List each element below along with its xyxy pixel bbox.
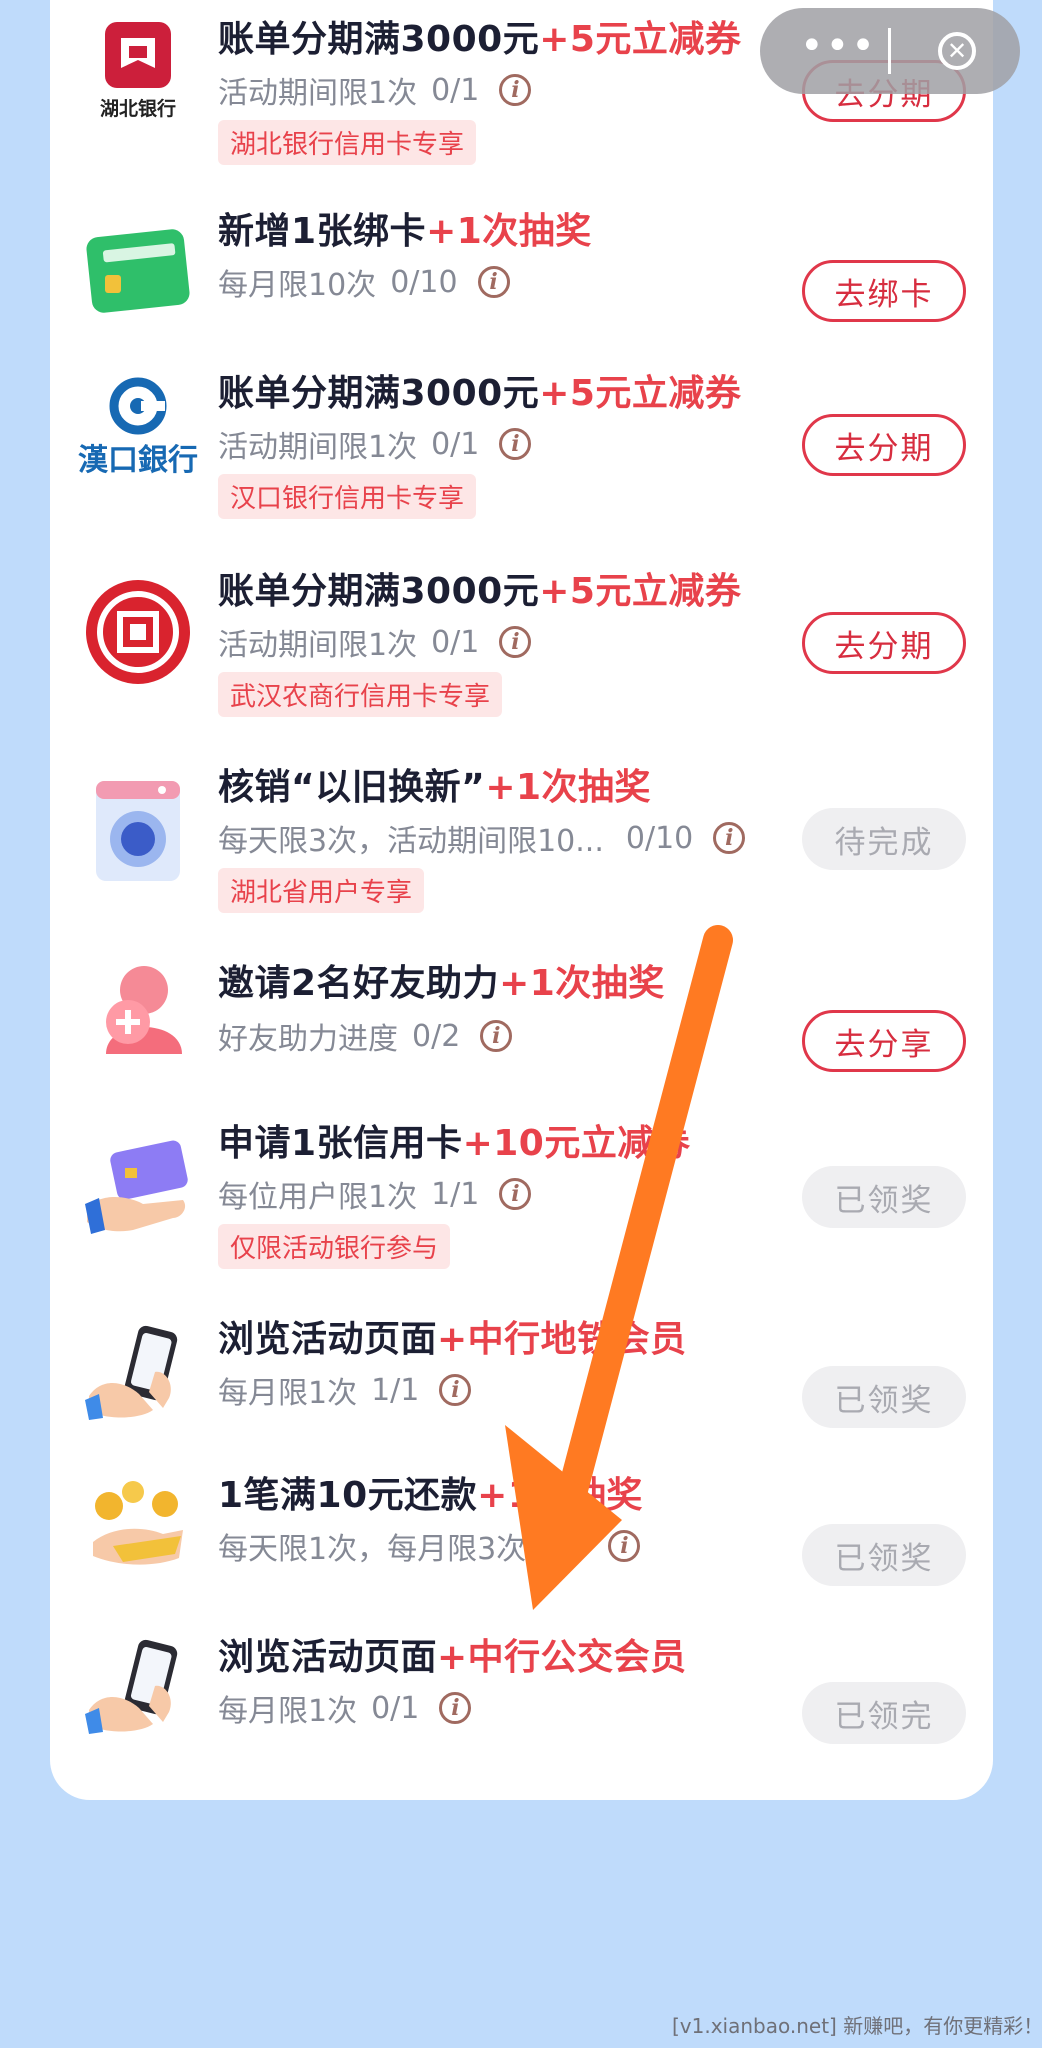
reward-claimed-button[interactable]: 已领奖: [802, 1524, 966, 1586]
go-bind-card-button[interactable]: 去绑卡: [802, 260, 966, 322]
go-installment-button[interactable]: 去分期: [802, 414, 966, 476]
info-icon[interactable]: i: [499, 74, 532, 106]
task-title: 申请1张信用卡+10元立减券: [218, 1123, 691, 1164]
watermark-footer: [v1.xianbao.net] 新赚吧，有你更精彩！: [672, 2014, 1042, 2038]
wuhan-rural-bank-logo-icon: [78, 572, 198, 692]
info-icon[interactable]: i: [499, 428, 532, 460]
reward-claimed-button[interactable]: 已领奖: [802, 1166, 966, 1228]
info-icon[interactable]: i: [439, 1692, 472, 1724]
task-limit: 每位用户限1次 1/1 i: [218, 1172, 532, 1216]
task-title: 浏览活动页面+中行公交会员: [218, 1637, 687, 1678]
task-title: 邀请2名好友助力+1次抽奖: [218, 963, 665, 1004]
task-title: 账单分期满3000元+5元立减券: [218, 19, 742, 60]
task-limit: 好友助力进度 0/2 i: [218, 1014, 513, 1058]
task-limit: 每月限1次 1/1 i: [218, 1368, 472, 1412]
info-icon[interactable]: i: [499, 1178, 532, 1210]
more-dots-icon[interactable]: •••: [800, 26, 877, 66]
go-share-button[interactable]: 去分享: [802, 1010, 966, 1072]
info-icon[interactable]: i: [713, 822, 746, 854]
task-limit: 每月限10次 0/10 i: [218, 260, 510, 304]
phone-in-hand-icon: [78, 1626, 198, 1746]
task-title: 核销“以旧换新”+1次抽奖: [218, 767, 652, 808]
task-tag: 仅限活动银行参与: [218, 1224, 451, 1269]
close-circle-icon[interactable]: ✕: [938, 32, 976, 70]
reward-claimed-button[interactable]: 已领奖: [802, 1366, 966, 1428]
task-limit: 每月限1次 0/1 i: [218, 1686, 472, 1730]
credit-card-hand-icon: [78, 1128, 198, 1248]
task-limit: 活动期间限1次 0/1 i: [218, 422, 532, 466]
task-tag: 湖北省用户专享: [218, 868, 425, 913]
task-limit: 活动期间限1次 0/1 i: [218, 68, 532, 112]
task-tag: 汉口银行信用卡专享: [218, 474, 477, 519]
task-title: 1笔满10元还款+1次抽奖: [218, 1475, 643, 1516]
task-limit: 每天限1次，每月限3次 3/3 i: [218, 1524, 641, 1568]
task-title: 浏览活动页面+中行地铁会员: [218, 1319, 687, 1360]
invite-friend-icon: [78, 950, 198, 1070]
pending-button[interactable]: 待完成: [802, 808, 966, 870]
task-limit: 每天限3次，活动期间限10... 0/10 i: [218, 816, 746, 860]
task-title: 新增1张绑卡+1次抽奖: [218, 211, 592, 252]
task-limit: 活动期间限1次 0/1 i: [218, 620, 532, 664]
info-icon[interactable]: i: [439, 1374, 472, 1406]
task-tag: 武汉农商行信用卡专享: [218, 672, 503, 717]
go-installment-button[interactable]: 去分期: [802, 612, 966, 674]
repayment-coins-icon: [78, 1466, 198, 1586]
task-title: 账单分期满3000元+5元立减券: [218, 571, 742, 612]
capsule-divider: [888, 28, 891, 74]
hankou-bank-logo-icon: 漢口銀行: [78, 368, 198, 488]
hubei-bank-logo-icon: 湖北银行: [78, 10, 198, 130]
info-icon[interactable]: i: [499, 626, 532, 658]
info-icon[interactable]: i: [480, 1020, 513, 1052]
task-title: 账单分期满3000元+5元立减券: [218, 373, 742, 414]
task-tag: 湖北银行信用卡专享: [218, 120, 477, 165]
all-claimed-button[interactable]: 已领完: [802, 1682, 966, 1744]
bank-card-icon: [78, 210, 198, 330]
miniprogram-capsule: ••• ✕: [760, 8, 1020, 94]
info-icon[interactable]: i: [477, 266, 510, 298]
phone-in-hand-icon: [78, 1312, 198, 1432]
washing-machine-icon: [78, 772, 198, 892]
info-icon[interactable]: i: [608, 1530, 641, 1562]
